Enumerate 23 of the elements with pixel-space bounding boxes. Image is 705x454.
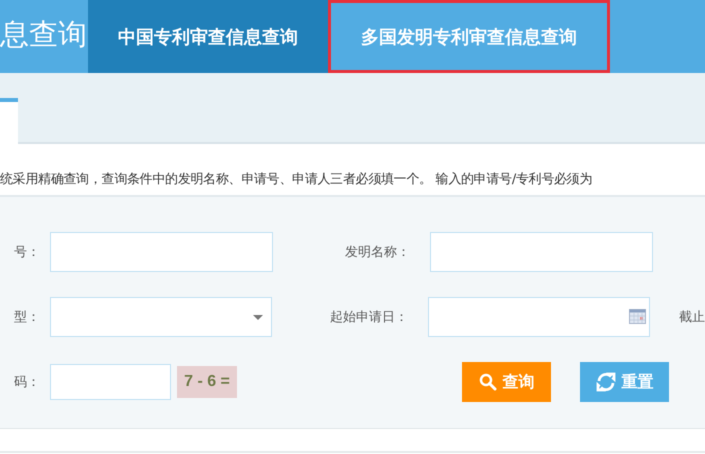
refresh-icon [596,372,616,392]
field-label: 发明名称： [344,244,411,261]
field-label: 号： [13,244,41,261]
captcha-image: 7 - 6 = [177,366,237,398]
reset-button[interactable]: 重置 [580,362,669,402]
date-field[interactable] [428,297,650,337]
field-label: 截止 [679,309,705,326]
search-icon [478,373,496,391]
search-button[interactable]: 查询 [462,362,551,402]
nav-tab[interactable]: 多国发明专利审查信息查询 [328,0,610,73]
calendar-icon [629,309,646,324]
site-title: 息查询 [0,16,88,52]
notice-text: 统采用精确查询，查询条件中的发明名称、申请号、申请人三者必须填一个。 输入的申请号/专利号必须为 [0,172,592,187]
caret-icon [252,315,263,320]
field-label: 型： [12,309,41,326]
field-label: 码： [13,374,41,391]
nav-tab[interactable]: 中国专利审查信息查询 [88,0,328,73]
tab[interactable] [0,98,18,144]
captcha-field[interactable] [50,364,171,400]
select-field[interactable] [50,297,272,337]
field-label: 起始申请日： [329,309,410,326]
input-field[interactable] [50,232,273,272]
input-field[interactable] [430,232,653,272]
